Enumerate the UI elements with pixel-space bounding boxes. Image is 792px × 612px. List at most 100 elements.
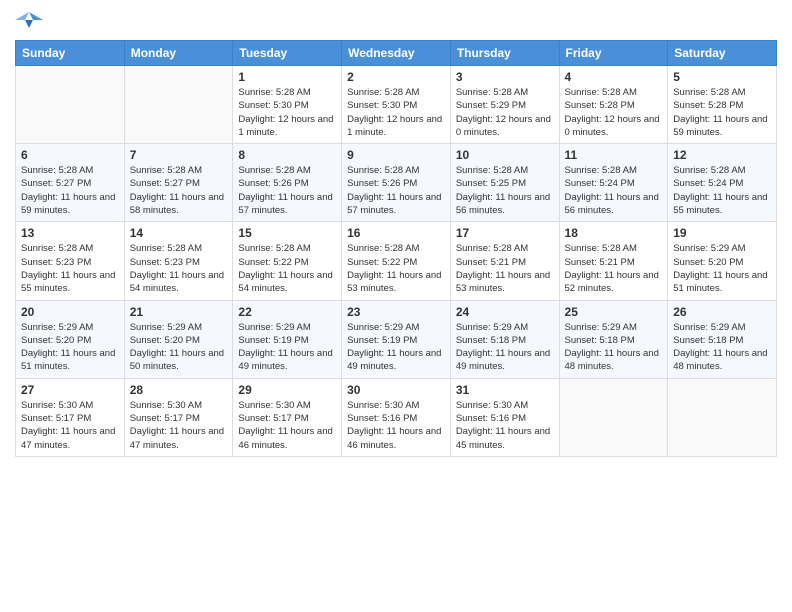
calendar-cell xyxy=(559,378,668,456)
calendar-cell: 9 Sunrise: 5:28 AMSunset: 5:26 PMDaylight… xyxy=(342,144,451,222)
day-info: Sunrise: 5:28 AMSunset: 5:28 PMDaylight:… xyxy=(673,86,771,139)
day-info: Sunrise: 5:29 AMSunset: 5:20 PMDaylight:… xyxy=(673,242,771,295)
day-number: 9 xyxy=(347,148,445,162)
weekday-header-wednesday: Wednesday xyxy=(342,41,451,66)
calendar-cell xyxy=(16,66,125,144)
day-number: 11 xyxy=(565,148,663,162)
day-number: 24 xyxy=(456,305,554,319)
logo xyxy=(15,10,47,32)
day-number: 31 xyxy=(456,383,554,397)
day-info: Sunrise: 5:28 AMSunset: 5:26 PMDaylight:… xyxy=(238,164,336,217)
calendar-cell: 26 Sunrise: 5:29 AMSunset: 5:18 PMDayligh… xyxy=(668,300,777,378)
weekday-header-tuesday: Tuesday xyxy=(233,41,342,66)
calendar-cell: 31 Sunrise: 5:30 AMSunset: 5:16 PMDayligh… xyxy=(450,378,559,456)
calendar-cell: 29 Sunrise: 5:30 AMSunset: 5:17 PMDayligh… xyxy=(233,378,342,456)
day-number: 1 xyxy=(238,70,336,84)
calendar-cell xyxy=(124,66,233,144)
day-info: Sunrise: 5:28 AMSunset: 5:27 PMDaylight:… xyxy=(130,164,228,217)
day-info: Sunrise: 5:28 AMSunset: 5:26 PMDaylight:… xyxy=(347,164,445,217)
calendar-cell: 25 Sunrise: 5:29 AMSunset: 5:18 PMDayligh… xyxy=(559,300,668,378)
weekday-header-saturday: Saturday xyxy=(668,41,777,66)
calendar-cell: 21 Sunrise: 5:29 AMSunset: 5:20 PMDayligh… xyxy=(124,300,233,378)
day-number: 20 xyxy=(21,305,119,319)
calendar-cell: 20 Sunrise: 5:29 AMSunset: 5:20 PMDayligh… xyxy=(16,300,125,378)
weekday-header-thursday: Thursday xyxy=(450,41,559,66)
day-number: 17 xyxy=(456,226,554,240)
calendar-cell xyxy=(668,378,777,456)
calendar-cell: 18 Sunrise: 5:28 AMSunset: 5:21 PMDayligh… xyxy=(559,222,668,300)
day-info: Sunrise: 5:28 AMSunset: 5:24 PMDaylight:… xyxy=(673,164,771,217)
day-number: 15 xyxy=(238,226,336,240)
day-number: 21 xyxy=(130,305,228,319)
calendar-cell: 14Sunrise: 5:28 AMSunset: 5:23 PMDayligh… xyxy=(124,222,233,300)
day-info: Sunrise: 5:28 AMSunset: 5:21 PMDaylight:… xyxy=(456,242,554,295)
calendar-cell: 7 Sunrise: 5:28 AMSunset: 5:27 PMDaylight… xyxy=(124,144,233,222)
day-info: Sunrise: 5:28 AMSunset: 5:22 PMDaylight:… xyxy=(238,242,336,295)
day-info: Sunrise: 5:30 AMSunset: 5:16 PMDaylight:… xyxy=(456,399,554,452)
day-info: Sunrise: 5:28 AMSunset: 5:24 PMDaylight:… xyxy=(565,164,663,217)
calendar-cell: 24 Sunrise: 5:29 AMSunset: 5:18 PMDayligh… xyxy=(450,300,559,378)
day-info: Sunrise: 5:30 AMSunset: 5:17 PMDaylight:… xyxy=(238,399,336,452)
day-info: Sunrise: 5:30 AMSunset: 5:16 PMDaylight:… xyxy=(347,399,445,452)
day-info: Sunrise: 5:28 AMSunset: 5:30 PMDaylight:… xyxy=(238,86,336,139)
day-info: Sunrise: 5:29 AMSunset: 5:19 PMDaylight:… xyxy=(238,321,336,374)
day-info: Sunrise: 5:29 AMSunset: 5:18 PMDaylight:… xyxy=(565,321,663,374)
calendar-cell: 30 Sunrise: 5:30 AMSunset: 5:16 PMDayligh… xyxy=(342,378,451,456)
day-info: Sunrise: 5:28 AMSunset: 5:28 PMDaylight:… xyxy=(565,86,663,139)
day-info: Sunrise: 5:30 AMSunset: 5:17 PMDaylight:… xyxy=(21,399,119,452)
weekday-header-monday: Monday xyxy=(124,41,233,66)
day-info: Sunrise: 5:28 AMSunset: 5:23 PMDaylight:… xyxy=(21,242,119,295)
day-info: Sunrise: 5:30 AMSunset: 5:17 PMDaylight:… xyxy=(130,399,228,452)
day-number: 19 xyxy=(673,226,771,240)
calendar-cell: 2Sunrise: 5:28 AMSunset: 5:30 PMDaylight… xyxy=(342,66,451,144)
day-number: 18 xyxy=(565,226,663,240)
day-number: 3 xyxy=(456,70,554,84)
calendar-cell: 3 Sunrise: 5:28 AMSunset: 5:29 PMDaylight… xyxy=(450,66,559,144)
weekday-header-friday: Friday xyxy=(559,41,668,66)
day-number: 30 xyxy=(347,383,445,397)
calendar-cell: 17 Sunrise: 5:28 AMSunset: 5:21 PMDayligh… xyxy=(450,222,559,300)
day-number: 26 xyxy=(673,305,771,319)
day-number: 10 xyxy=(456,148,554,162)
calendar-cell: 23 Sunrise: 5:29 AMSunset: 5:19 PMDayligh… xyxy=(342,300,451,378)
day-number: 8 xyxy=(238,148,336,162)
day-info: Sunrise: 5:28 AMSunset: 5:21 PMDaylight:… xyxy=(565,242,663,295)
calendar-cell: 13 Sunrise: 5:28 AMSunset: 5:23 PMDayligh… xyxy=(16,222,125,300)
calendar-cell: 5 Sunrise: 5:28 AMSunset: 5:28 PMDaylight… xyxy=(668,66,777,144)
day-number: 29 xyxy=(238,383,336,397)
calendar-cell: 19 Sunrise: 5:29 AMSunset: 5:20 PMDayligh… xyxy=(668,222,777,300)
calendar-cell: 12 Sunrise: 5:28 AMSunset: 5:24 PMDayligh… xyxy=(668,144,777,222)
day-number: 27 xyxy=(21,383,119,397)
day-info: Sunrise: 5:28 AMSunset: 5:27 PMDaylight:… xyxy=(21,164,119,217)
calendar-cell: 11 Sunrise: 5:28 AMSunset: 5:24 PMDayligh… xyxy=(559,144,668,222)
day-number: 12 xyxy=(673,148,771,162)
day-info: Sunrise: 5:29 AMSunset: 5:20 PMDaylight:… xyxy=(130,321,228,374)
day-number: 22 xyxy=(238,305,336,319)
day-number: 28 xyxy=(130,383,228,397)
day-info: Sunrise: 5:29 AMSunset: 5:19 PMDaylight:… xyxy=(347,321,445,374)
calendar-cell: 15 Sunrise: 5:28 AMSunset: 5:22 PMDayligh… xyxy=(233,222,342,300)
day-number: 2 xyxy=(347,70,445,84)
day-number: 7 xyxy=(130,148,228,162)
calendar-cell: 27 Sunrise: 5:30 AMSunset: 5:17 PMDayligh… xyxy=(16,378,125,456)
day-info: Sunrise: 5:28 AMSunset: 5:29 PMDaylight:… xyxy=(456,86,554,139)
day-number: 13 xyxy=(21,226,119,240)
day-info: Sunrise: 5:28 AMSunset: 5:25 PMDaylight:… xyxy=(456,164,554,217)
calendar-cell: 22 Sunrise: 5:29 AMSunset: 5:19 PMDayligh… xyxy=(233,300,342,378)
calendar-cell: 4 Sunrise: 5:28 AMSunset: 5:28 PMDaylight… xyxy=(559,66,668,144)
calendar-cell: 1 Sunrise: 5:28 AMSunset: 5:30 PMDaylight… xyxy=(233,66,342,144)
calendar-cell: 28 Sunrise: 5:30 AMSunset: 5:17 PMDayligh… xyxy=(124,378,233,456)
calendar-cell: 6Sunrise: 5:28 AMSunset: 5:27 PMDaylight… xyxy=(16,144,125,222)
day-number: 5 xyxy=(673,70,771,84)
day-info: Sunrise: 5:29 AMSunset: 5:20 PMDaylight:… xyxy=(21,321,119,374)
day-info: Sunrise: 5:29 AMSunset: 5:18 PMDaylight:… xyxy=(673,321,771,374)
day-number: 25 xyxy=(565,305,663,319)
calendar-cell: 8 Sunrise: 5:28 AMSunset: 5:26 PMDaylight… xyxy=(233,144,342,222)
weekday-header-sunday: Sunday xyxy=(16,41,125,66)
day-info: Sunrise: 5:28 AMSunset: 5:23 PMDaylight:… xyxy=(130,242,228,295)
day-info: Sunrise: 5:28 AMSunset: 5:22 PMDaylight:… xyxy=(347,242,445,295)
day-info: Sunrise: 5:29 AMSunset: 5:18 PMDaylight:… xyxy=(456,321,554,374)
day-number: 23 xyxy=(347,305,445,319)
day-number: 4 xyxy=(565,70,663,84)
calendar-cell: 10 Sunrise: 5:28 AMSunset: 5:25 PMDayligh… xyxy=(450,144,559,222)
